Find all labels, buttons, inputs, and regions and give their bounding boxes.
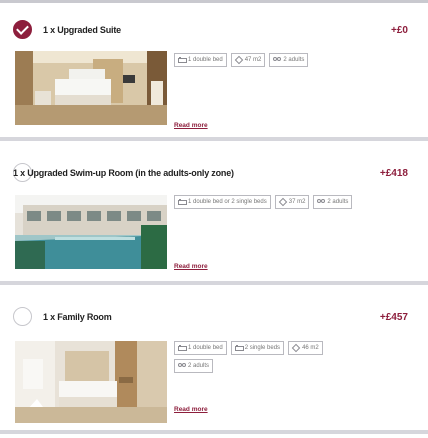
room-option-family[interactable]: 1 x Family Room +£457 1 double bed 2 sin… <box>0 293 428 434</box>
room-divider <box>0 281 428 285</box>
room-name: 1 x Upgraded Swim-up Room (in the adults… <box>13 168 234 178</box>
area-icon <box>292 345 299 351</box>
room-price: +£0 <box>391 25 408 36</box>
area-icon <box>279 199 286 205</box>
feature-chip: 37 m2 <box>274 195 310 209</box>
room-radio-selected[interactable] <box>13 20 32 39</box>
feature-chip: 2 single beds <box>230 341 285 355</box>
read-more-link[interactable]: Read more <box>174 263 208 270</box>
feature-chip: 2 adults <box>313 195 353 209</box>
room-photo[interactable] <box>15 341 167 423</box>
bed-icon <box>178 57 187 63</box>
read-more-link[interactable]: Read more <box>174 122 208 129</box>
room-divider <box>0 137 428 141</box>
bed-icon <box>178 345 187 351</box>
feature-chip: 2 adults <box>269 53 309 67</box>
room-features: 1 double bed or 2 single beds 37 m2 2 ad… <box>174 195 364 213</box>
room-option-swim-up[interactable]: 1 x Upgraded Swim-up Room (in the adults… <box>0 149 428 285</box>
feature-chip: 1 double bed <box>174 341 227 355</box>
room-photo[interactable] <box>15 51 167 125</box>
people-icon <box>178 363 186 369</box>
room-name: 1 x Family Room <box>43 312 112 322</box>
room-option-upgraded-suite[interactable]: 1 x Upgraded Suite +£0 1 double bed 47 m… <box>0 3 428 141</box>
room-price: +£418 <box>379 168 408 179</box>
room-features: 1 double bed 47 m2 2 adults <box>174 53 364 71</box>
feature-chip: 46 m2 <box>288 341 323 355</box>
feature-chip: 1 double bed or 2 single beds <box>174 195 271 209</box>
read-more-link[interactable]: Read more <box>174 406 208 413</box>
bed-icon <box>234 345 244 351</box>
room-radio[interactable] <box>13 307 32 326</box>
room-divider <box>0 430 428 434</box>
room-name: 1 x Upgraded Suite <box>43 25 121 35</box>
room-photo[interactable] <box>15 195 167 269</box>
people-icon <box>273 57 282 63</box>
room-features: 1 double bed 2 single beds 46 m2 2 adult… <box>174 341 364 377</box>
area-icon <box>235 57 242 63</box>
room-price: +£457 <box>379 312 408 323</box>
feature-chip: 2 adults <box>174 359 214 373</box>
feature-chip: 47 m2 <box>230 53 266 67</box>
feature-chip: 1 double bed <box>174 53 227 67</box>
people-icon <box>317 199 326 205</box>
bed-icon <box>178 199 187 205</box>
